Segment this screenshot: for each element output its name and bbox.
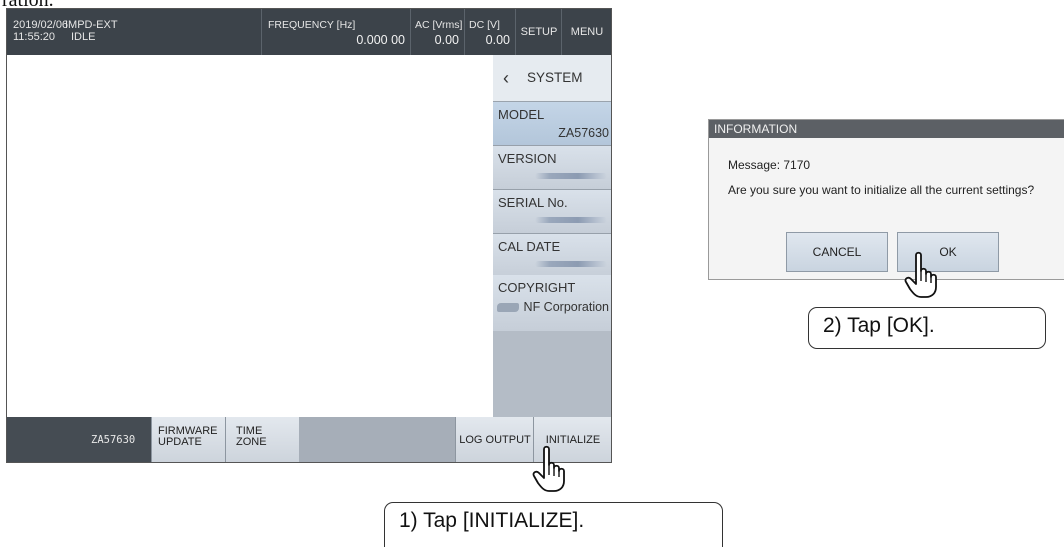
dialog-message: Message: 7170 bbox=[728, 158, 811, 172]
copyright-label: COPYRIGHT bbox=[498, 280, 576, 295]
dialog-question: Are you sure you want to initialize all … bbox=[728, 183, 1035, 197]
datetime: 2019/02/06 11:55:20 bbox=[13, 19, 68, 43]
callout-step-2: 2) Tap [OK]. bbox=[808, 307, 1046, 349]
sidebar-item-model[interactable]: MODEL ZA57630 bbox=[493, 102, 611, 146]
hand-pointer-icon bbox=[904, 251, 937, 298]
system-side-panel: ‹ SYSTEM MODEL ZA57630 VERSION SERIAL No… bbox=[493, 55, 611, 417]
measurement-status: IMPD-EXT IDLE bbox=[65, 19, 118, 43]
side-panel-title: SYSTEM bbox=[527, 70, 583, 85]
source-text: IMPD-EXT bbox=[65, 19, 118, 31]
main-display-area bbox=[7, 55, 493, 417]
callout-step-1-text: 1) Tap [INITIALIZE]. bbox=[399, 509, 585, 532]
ac-value: 0.00 bbox=[434, 33, 459, 47]
dc-label: DC [V] bbox=[469, 19, 500, 31]
serial-label: SERIAL No. bbox=[498, 195, 568, 210]
ac-readout: AC [Vrms] 0.00 bbox=[410, 9, 465, 55]
dc-value: 0.00 bbox=[485, 33, 510, 47]
date-text: 2019/02/06 bbox=[13, 19, 69, 31]
copyright-value: NF Corporation bbox=[523, 300, 609, 314]
dc-readout: DC [V] 0.00 bbox=[464, 9, 516, 55]
sidebar-item-copyright: COPYRIGHT NF Corporation bbox=[493, 275, 611, 331]
version-label: VERSION bbox=[498, 151, 557, 166]
callout-step-1: 1) Tap [INITIALIZE]. bbox=[384, 502, 723, 547]
time-zone-button[interactable]: TIME ZONE bbox=[225, 417, 300, 462]
model-display: ZA57630 bbox=[7, 417, 151, 462]
model-name: ZA57630 bbox=[91, 434, 136, 446]
bottom-function-bar: ZA57630 FIRMWARE UPDATE TIME ZONE LOG OU… bbox=[7, 417, 611, 462]
model-label: MODEL bbox=[498, 107, 545, 122]
setup-button[interactable]: SETUP bbox=[515, 9, 562, 55]
model-value: ZA57630 bbox=[558, 126, 609, 140]
cancel-button[interactable]: CANCEL bbox=[786, 232, 888, 272]
menu-button[interactable]: MENU bbox=[561, 9, 611, 55]
redacted-value-scribble bbox=[535, 217, 607, 223]
frequency-readout: FREQUENCY [Hz] 0.000 00 bbox=[261, 9, 411, 55]
redacted-value-scribble bbox=[535, 173, 607, 179]
empty-softkey bbox=[299, 417, 455, 462]
dialog-title-bar: INFORMATION bbox=[709, 120, 1064, 138]
hand-pointer-icon bbox=[532, 445, 565, 492]
nf-logo-icon bbox=[497, 303, 519, 312]
information-dialog: INFORMATION Message: 7170 Are you sure y… bbox=[708, 119, 1064, 280]
redacted-value-scribble bbox=[535, 261, 607, 267]
sidebar-item-cal-date[interactable]: CAL DATE bbox=[493, 234, 611, 278]
device-screen: 2019/02/06 11:55:20 IMPD-EXT IDLE FREQUE… bbox=[6, 8, 612, 463]
timezone-label-line2: ZONE bbox=[236, 436, 267, 448]
time-text: 11:55:20 bbox=[13, 31, 56, 43]
dialog-title: INFORMATION bbox=[714, 122, 798, 136]
frequency-label: FREQUENCY [Hz] bbox=[268, 19, 356, 31]
log-output-button[interactable]: LOG OUTPUT bbox=[455, 417, 534, 462]
status-bar: 2019/02/06 11:55:20 IMPD-EXT IDLE FREQUE… bbox=[7, 9, 611, 55]
back-chevron-icon[interactable]: ‹ bbox=[503, 68, 509, 89]
state-text: IDLE bbox=[71, 31, 96, 43]
sidebar-item-serial[interactable]: SERIAL No. bbox=[493, 190, 611, 234]
cal-date-label: CAL DATE bbox=[498, 239, 561, 254]
sidebar-item-version[interactable]: VERSION bbox=[493, 146, 611, 190]
system-header[interactable]: ‹ SYSTEM bbox=[493, 55, 611, 102]
log-output-label: LOG OUTPUT bbox=[459, 434, 531, 446]
ac-label: AC [Vrms] bbox=[415, 19, 463, 31]
callout-step-2-text: 2) Tap [OK]. bbox=[823, 314, 935, 337]
firmware-label-line2: UPDATE bbox=[158, 436, 202, 448]
frequency-value: 0.000 00 bbox=[356, 33, 405, 47]
firmware-update-button[interactable]: FIRMWARE UPDATE bbox=[151, 417, 226, 462]
